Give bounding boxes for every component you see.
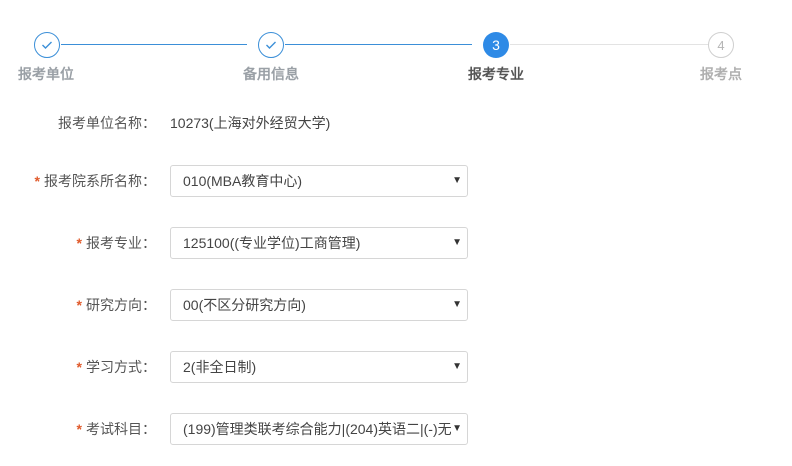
- step-2-indicator: [258, 32, 284, 58]
- subjects-selected-value: (199)管理类联考综合能力|(204)英语二|(-)无: [183, 421, 451, 437]
- major-select[interactable]: 125100((专业学位)工商管理) ▼: [170, 227, 468, 259]
- caret-down-icon: ▼: [452, 361, 462, 372]
- step-3-indicator: 3: [483, 32, 509, 58]
- step-1-label: 报考单位: [18, 66, 74, 82]
- subjects-label: * 考试科目：: [77, 413, 156, 445]
- step-3-number: 3: [492, 37, 500, 53]
- direction-row: * 研究方向： 00(不区分研究方向) ▼: [0, 289, 792, 321]
- study-mode-selected-value: 2(非全日制): [183, 359, 257, 375]
- required-mark: *: [76, 297, 82, 313]
- study-mode-row: * 学习方式： 2(非全日制) ▼: [0, 351, 792, 383]
- study-mode-label-text: 学习方式：: [86, 359, 156, 375]
- department-row: * 报考院系所名称： 010(MBA教育中心) ▼: [0, 165, 792, 197]
- step-connector-2: [285, 44, 472, 45]
- department-select[interactable]: 010(MBA教育中心) ▼: [170, 165, 468, 197]
- major-label-text: 报考专业：: [86, 235, 156, 251]
- step-connector-3: [510, 44, 708, 45]
- major-row: * 报考专业： 125100((专业学位)工商管理) ▼: [0, 227, 792, 259]
- department-label: * 报考院系所名称：: [35, 165, 156, 197]
- check-icon: [42, 41, 52, 49]
- required-mark: *: [76, 421, 82, 437]
- department-label-text: 报考院系所名称：: [44, 173, 156, 189]
- department-selected-value: 010(MBA教育中心): [183, 173, 303, 189]
- required-mark: *: [76, 235, 82, 251]
- subjects-label-text: 考试科目：: [86, 421, 156, 437]
- caret-down-icon: ▼: [452, 423, 462, 434]
- step-3-label: 报考专业: [468, 66, 524, 82]
- step-connector-1: [61, 44, 247, 45]
- check-icon: [266, 41, 276, 49]
- required-mark: *: [34, 173, 40, 189]
- subjects-select[interactable]: (199)管理类联考综合能力|(204)英语二|(-)无 ▼: [170, 413, 468, 445]
- study-mode-label: * 学习方式：: [77, 351, 156, 383]
- unit-row: 报考单位名称： 10273(上海对外经贸大学): [0, 107, 792, 139]
- direction-selected-value: 00(不区分研究方向): [183, 297, 306, 313]
- step-1-indicator: [34, 32, 60, 58]
- required-mark: *: [76, 359, 82, 375]
- caret-down-icon: ▼: [452, 175, 462, 186]
- step-4-label: 报考点: [700, 66, 742, 82]
- unit-value: 10273(上海对外经贸大学): [170, 115, 331, 131]
- direction-label: * 研究方向：: [77, 289, 156, 321]
- step-2-label: 备用信息: [243, 66, 299, 82]
- step-4-indicator: 4: [708, 32, 734, 58]
- subjects-row: * 考试科目： (199)管理类联考综合能力|(204)英语二|(-)无 ▼: [0, 413, 792, 445]
- study-mode-select[interactable]: 2(非全日制) ▼: [170, 351, 468, 383]
- step-4-number: 4: [717, 37, 725, 53]
- caret-down-icon: ▼: [452, 299, 462, 310]
- direction-select[interactable]: 00(不区分研究方向) ▼: [170, 289, 468, 321]
- caret-down-icon: ▼: [452, 237, 462, 248]
- unit-label: 报考单位名称：: [58, 115, 156, 131]
- progress-stepper: 3 4 报考单位 备用信息 报考专业 报考点: [0, 0, 792, 90]
- major-selected-value: 125100((专业学位)工商管理): [183, 235, 361, 251]
- major-label: * 报考专业：: [77, 227, 156, 259]
- direction-label-text: 研究方向：: [86, 297, 156, 313]
